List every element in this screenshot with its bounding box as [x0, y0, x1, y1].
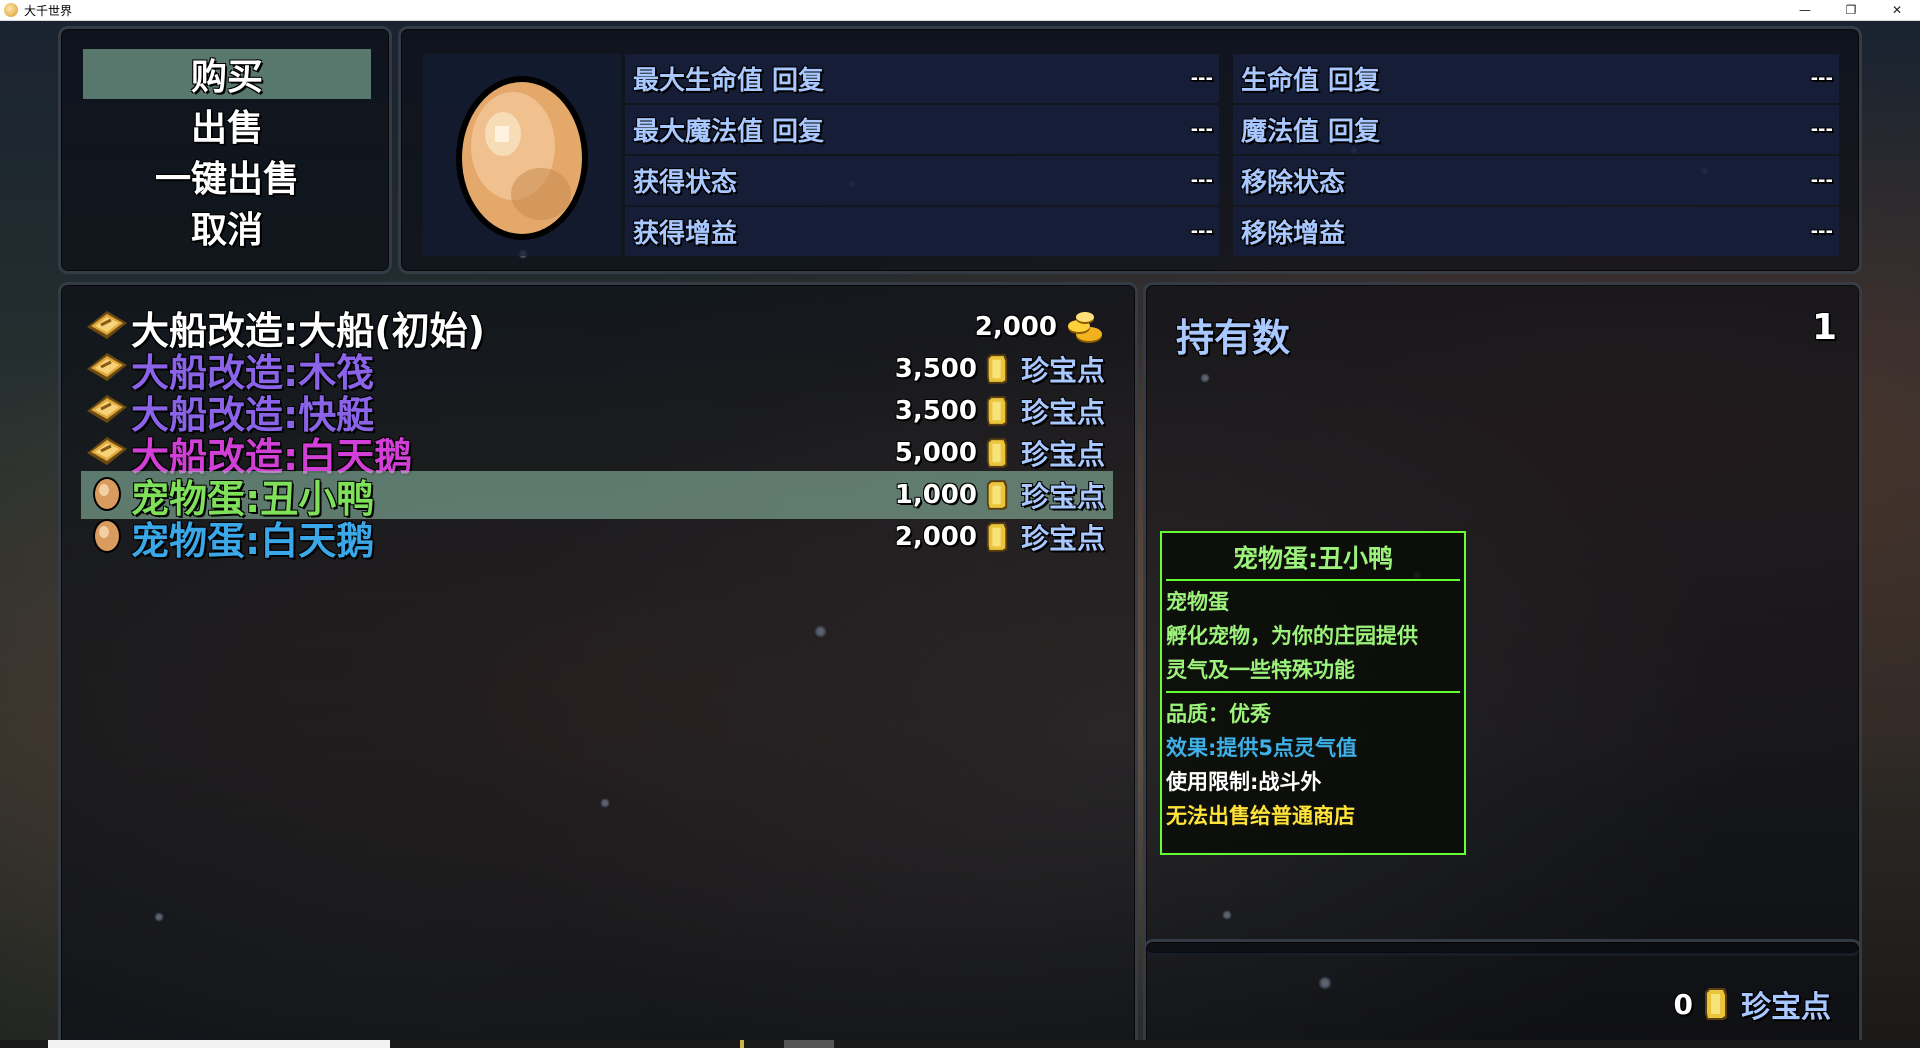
tooltip-divider: [1166, 579, 1460, 581]
app-icon: [4, 3, 18, 17]
egg-icon: [456, 76, 588, 240]
item-currency: 珍宝点: [1020, 396, 1105, 429]
ship-plank-icon: [81, 305, 131, 349]
ship-plank-icon: [81, 347, 131, 391]
tooltip-restriction: 使用限制:战斗外: [1166, 770, 1322, 794]
gem-card-icon: [1705, 988, 1727, 1020]
stat-hp-recover: 生命值 回复 ---: [1233, 54, 1839, 103]
stat-mp-recover: 魔法值 回复 ---: [1233, 105, 1839, 154]
window-title: 大千世界: [24, 3, 73, 18]
stat-remove-buff: 移除增益 ---: [1233, 207, 1839, 256]
item-name: 宠物蛋:白天鹅: [131, 518, 375, 563]
egg-icon: [81, 473, 131, 517]
close-button[interactable]: ✕: [1874, 0, 1920, 20]
gem-card-icon: [985, 436, 1009, 470]
tooltip-type: 宠物蛋: [1166, 590, 1229, 614]
item-price: 3,500: [894, 354, 977, 384]
wallet-currency: 珍宝点: [1741, 990, 1831, 1025]
item-price: 3,500: [894, 396, 977, 426]
gem-card-icon: [985, 520, 1009, 554]
window-titlebar: 大千世界 — ❐ ✕: [0, 0, 1920, 21]
ship-plank-icon: [81, 431, 131, 475]
stat-remove-state: 移除状态 ---: [1233, 156, 1839, 205]
tooltip-title: 宠物蛋:丑小鸭: [1233, 544, 1393, 573]
gem-card-icon: [985, 352, 1009, 386]
wallet-amount: 0: [1673, 987, 1693, 1021]
bottom-strip-segment: [740, 1040, 744, 1048]
sell-all-command[interactable]: 一键出售: [83, 151, 371, 201]
game-screen: 购买 出售 一键出售 取消 最大生命值 回复 --- 生命值 回复 --- 最大…: [0, 21, 1920, 1040]
owned-label: 持有数: [1176, 316, 1291, 360]
item-price: 2,000: [894, 522, 977, 552]
gem-card-icon: [985, 394, 1009, 428]
item-currency: 珍宝点: [1020, 354, 1105, 387]
restore-button[interactable]: ❐: [1828, 0, 1874, 20]
stat-max-mp-recover: 最大魔法值 回复 ---: [625, 105, 1219, 154]
wallet-window: 0 珍宝点: [1143, 939, 1862, 1040]
tooltip-quality: 品质：优秀: [1166, 702, 1271, 726]
cancel-command[interactable]: 取消: [83, 202, 371, 252]
item-price: 5,000: [894, 438, 977, 468]
stat-add-state: 获得状态 ---: [625, 156, 1219, 205]
bottom-strip-segment: [48, 1040, 390, 1048]
item-tooltip: 宠物蛋:丑小鸭 宠物蛋 孵化宠物，为你的庄园提供 灵气及一些特殊功能 品质：优秀…: [1160, 531, 1466, 855]
gem-card-icon: [985, 478, 1009, 512]
bottom-strip: [0, 1040, 1920, 1048]
shop-item-row[interactable]: 宠物蛋:白天鹅 2,000 珍宝点: [81, 513, 1113, 563]
item-price: 2,000: [974, 312, 1057, 342]
stat-add-buff: 获得增益 ---: [625, 207, 1219, 256]
item-preview: [423, 54, 621, 256]
tooltip-desc-1: 孵化宠物，为你的庄园提供: [1166, 624, 1418, 648]
item-currency: 珍宝点: [1020, 480, 1105, 513]
owned-count: 1: [1811, 307, 1837, 348]
egg-icon: [81, 515, 131, 559]
item-currency: 珍宝点: [1020, 438, 1105, 471]
item-currency: 珍宝点: [1020, 522, 1105, 555]
shop-item-list: 大船改造:大船(初始) 2,000 大船改造:木筏 3,500 珍宝点 大船改造:快艇 3,…: [58, 282, 1138, 1040]
tooltip-effect: 效果:提供5点灵气值: [1166, 736, 1358, 760]
gold-coins-icon: [1065, 310, 1105, 344]
ship-plank-icon: [81, 389, 131, 433]
tooltip-sell-note: 无法出售给普通商店: [1166, 804, 1355, 828]
tooltip-divider: [1166, 691, 1460, 693]
sell-command[interactable]: 出售: [83, 100, 371, 150]
item-price: 1,000: [894, 480, 977, 510]
minimize-button[interactable]: —: [1782, 0, 1828, 20]
item-effects-window: 最大生命值 回复 --- 生命值 回复 --- 最大魔法值 回复 --- 魔法值…: [398, 26, 1862, 274]
tooltip-desc-2: 灵气及一些特殊功能: [1166, 658, 1355, 682]
stat-max-hp-recover: 最大生命值 回复 ---: [625, 54, 1219, 103]
window-controls: — ❐ ✕: [1782, 0, 1920, 20]
command-window: 购买 出售 一键出售 取消: [58, 26, 392, 274]
buy-command[interactable]: 购买: [83, 49, 371, 99]
bottom-strip-segment: [784, 1040, 834, 1048]
